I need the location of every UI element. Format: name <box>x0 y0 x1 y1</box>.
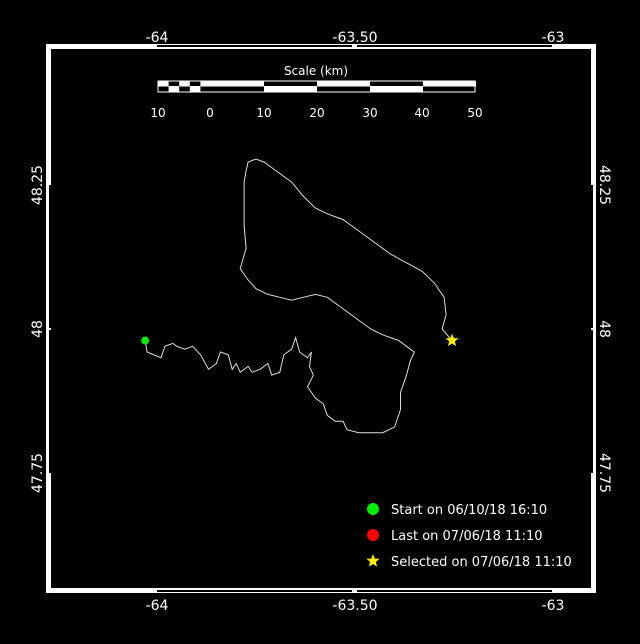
scale-bar-label: 30 <box>362 106 377 120</box>
legend-circle-icon <box>367 529 379 541</box>
legend-label: Start on 06/10/18 16:10 <box>391 503 547 518</box>
lon-tick-label-top: -64 <box>146 30 169 46</box>
lon-tick-label-bottom: -64 <box>146 598 169 614</box>
legend-label: Last on 07/06/18 11:10 <box>391 529 543 544</box>
scale-bar-segment <box>189 86 201 92</box>
lat-tick-label-left: 47.75 <box>30 453 46 493</box>
scale-bar-segment <box>179 81 190 87</box>
lat-tick-label-right: 48.25 <box>596 165 612 205</box>
scale-bar-label: 50 <box>467 106 482 120</box>
scale-bar-label: 20 <box>309 106 324 120</box>
scale-bar-segment <box>211 81 264 87</box>
lon-tick-label-bottom: -63 <box>542 598 565 614</box>
scale-bar-label: 10 <box>256 106 271 120</box>
lon-tick-label-top: -63.50 <box>332 30 377 46</box>
lat-tick-label-left: 48 <box>30 320 46 338</box>
start-marker <box>141 336 150 345</box>
lat-tick-label-right: 48 <box>596 320 612 338</box>
scale-bar-segment <box>158 81 169 87</box>
map-figure: -64 -64 -63.50 -63.50 -63 -63 48.25 48.25 48 48 47… <box>0 0 640 640</box>
map-canvas: -64 -64 -63.50 -63.50 -63 -63 48.25 48.25 48 48 47… <box>0 0 640 640</box>
scale-bar-label: 40 <box>414 106 429 120</box>
scale-bar-segment <box>370 86 423 92</box>
scale-bar-segment <box>423 81 476 87</box>
lon-tick-label-bottom: -63.50 <box>332 598 377 614</box>
scale-bar-segment <box>200 81 211 87</box>
scale-bar-label: 0 <box>206 106 214 120</box>
lat-tick-label-left: 48.25 <box>30 165 46 205</box>
map-legend: Start on 06/10/18 16:10 Last on 07/06/18 … <box>366 503 572 570</box>
scale-bar-segment <box>264 86 317 92</box>
lat-tick-label-right: 47.75 <box>596 453 612 493</box>
scale-bar-title: Scale (km) <box>284 64 348 78</box>
scale-bar-segment <box>168 86 180 92</box>
lon-tick-label-top: -63 <box>542 30 565 46</box>
scale-bar-label: 10 <box>150 106 165 120</box>
legend-label: Selected on 07/06/18 11:10 <box>391 555 572 570</box>
legend-circle-icon <box>367 503 379 515</box>
scale-bar-segment <box>317 81 370 87</box>
